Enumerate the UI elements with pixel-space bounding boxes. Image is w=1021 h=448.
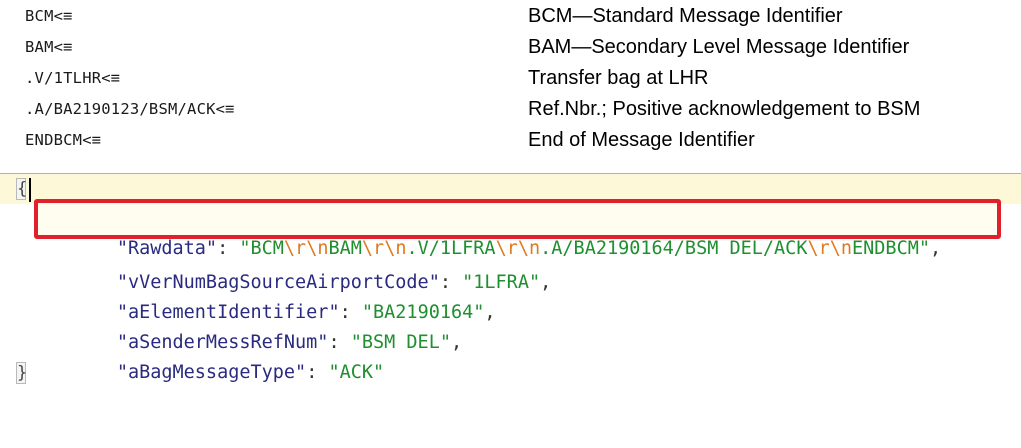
- reference-row: BCM<≡ BCM—Standard Message Identifier: [0, 5, 1021, 36]
- open-brace-match: {: [16, 178, 28, 200]
- message-description: Transfer bag at LHR: [528, 67, 709, 89]
- message-code: .V/1TLHR<≡: [25, 69, 121, 87]
- message-description: Ref.Nbr.; Positive acknowledgement to BS…: [528, 98, 921, 120]
- editor-line-field[interactable]: "aElementIdentifier": "BA2190164",: [0, 268, 1021, 323]
- message-description: BCM—Standard Message Identifier: [528, 5, 843, 27]
- text-caret: [29, 178, 31, 202]
- message-description: End of Message Identifier: [528, 129, 755, 151]
- message-code: BAM<≡: [25, 38, 73, 56]
- close-brace-match: }: [16, 362, 28, 384]
- reference-row: ENDBCM<≡ End of Message Identifier: [0, 129, 1021, 160]
- editor-line-close-brace[interactable]: }: [0, 358, 1021, 388]
- message-description: BAM—Secondary Level Message Identifier: [528, 36, 910, 58]
- reference-row: .A/BA2190123/BSM/ACK<≡ Ref.Nbr.; Positiv…: [0, 98, 1021, 129]
- editor-line-field[interactable]: "vVerNumBagSourceAirportCode": "1LFRA",: [0, 238, 1021, 293]
- reference-table: BCM<≡ BCM—Standard Message Identifier BA…: [0, 0, 1021, 168]
- message-code: BCM<≡: [25, 7, 73, 25]
- rawdata-highlight-box: [34, 199, 1001, 239]
- reference-row: BAM<≡ BAM—Secondary Level Message Identi…: [0, 36, 1021, 67]
- message-code: ENDBCM<≡: [25, 131, 102, 149]
- message-code: .A/BA2190123/BSM/ACK<≡: [25, 100, 235, 118]
- editor-line-field[interactable]: "aBagMessageType": "ACK": [0, 328, 1021, 383]
- reference-row: .V/1TLHR<≡ Transfer bag at LHR: [0, 67, 1021, 98]
- editor-line-field[interactable]: "aSenderMessRefNum": "BSM DEL",: [0, 298, 1021, 353]
